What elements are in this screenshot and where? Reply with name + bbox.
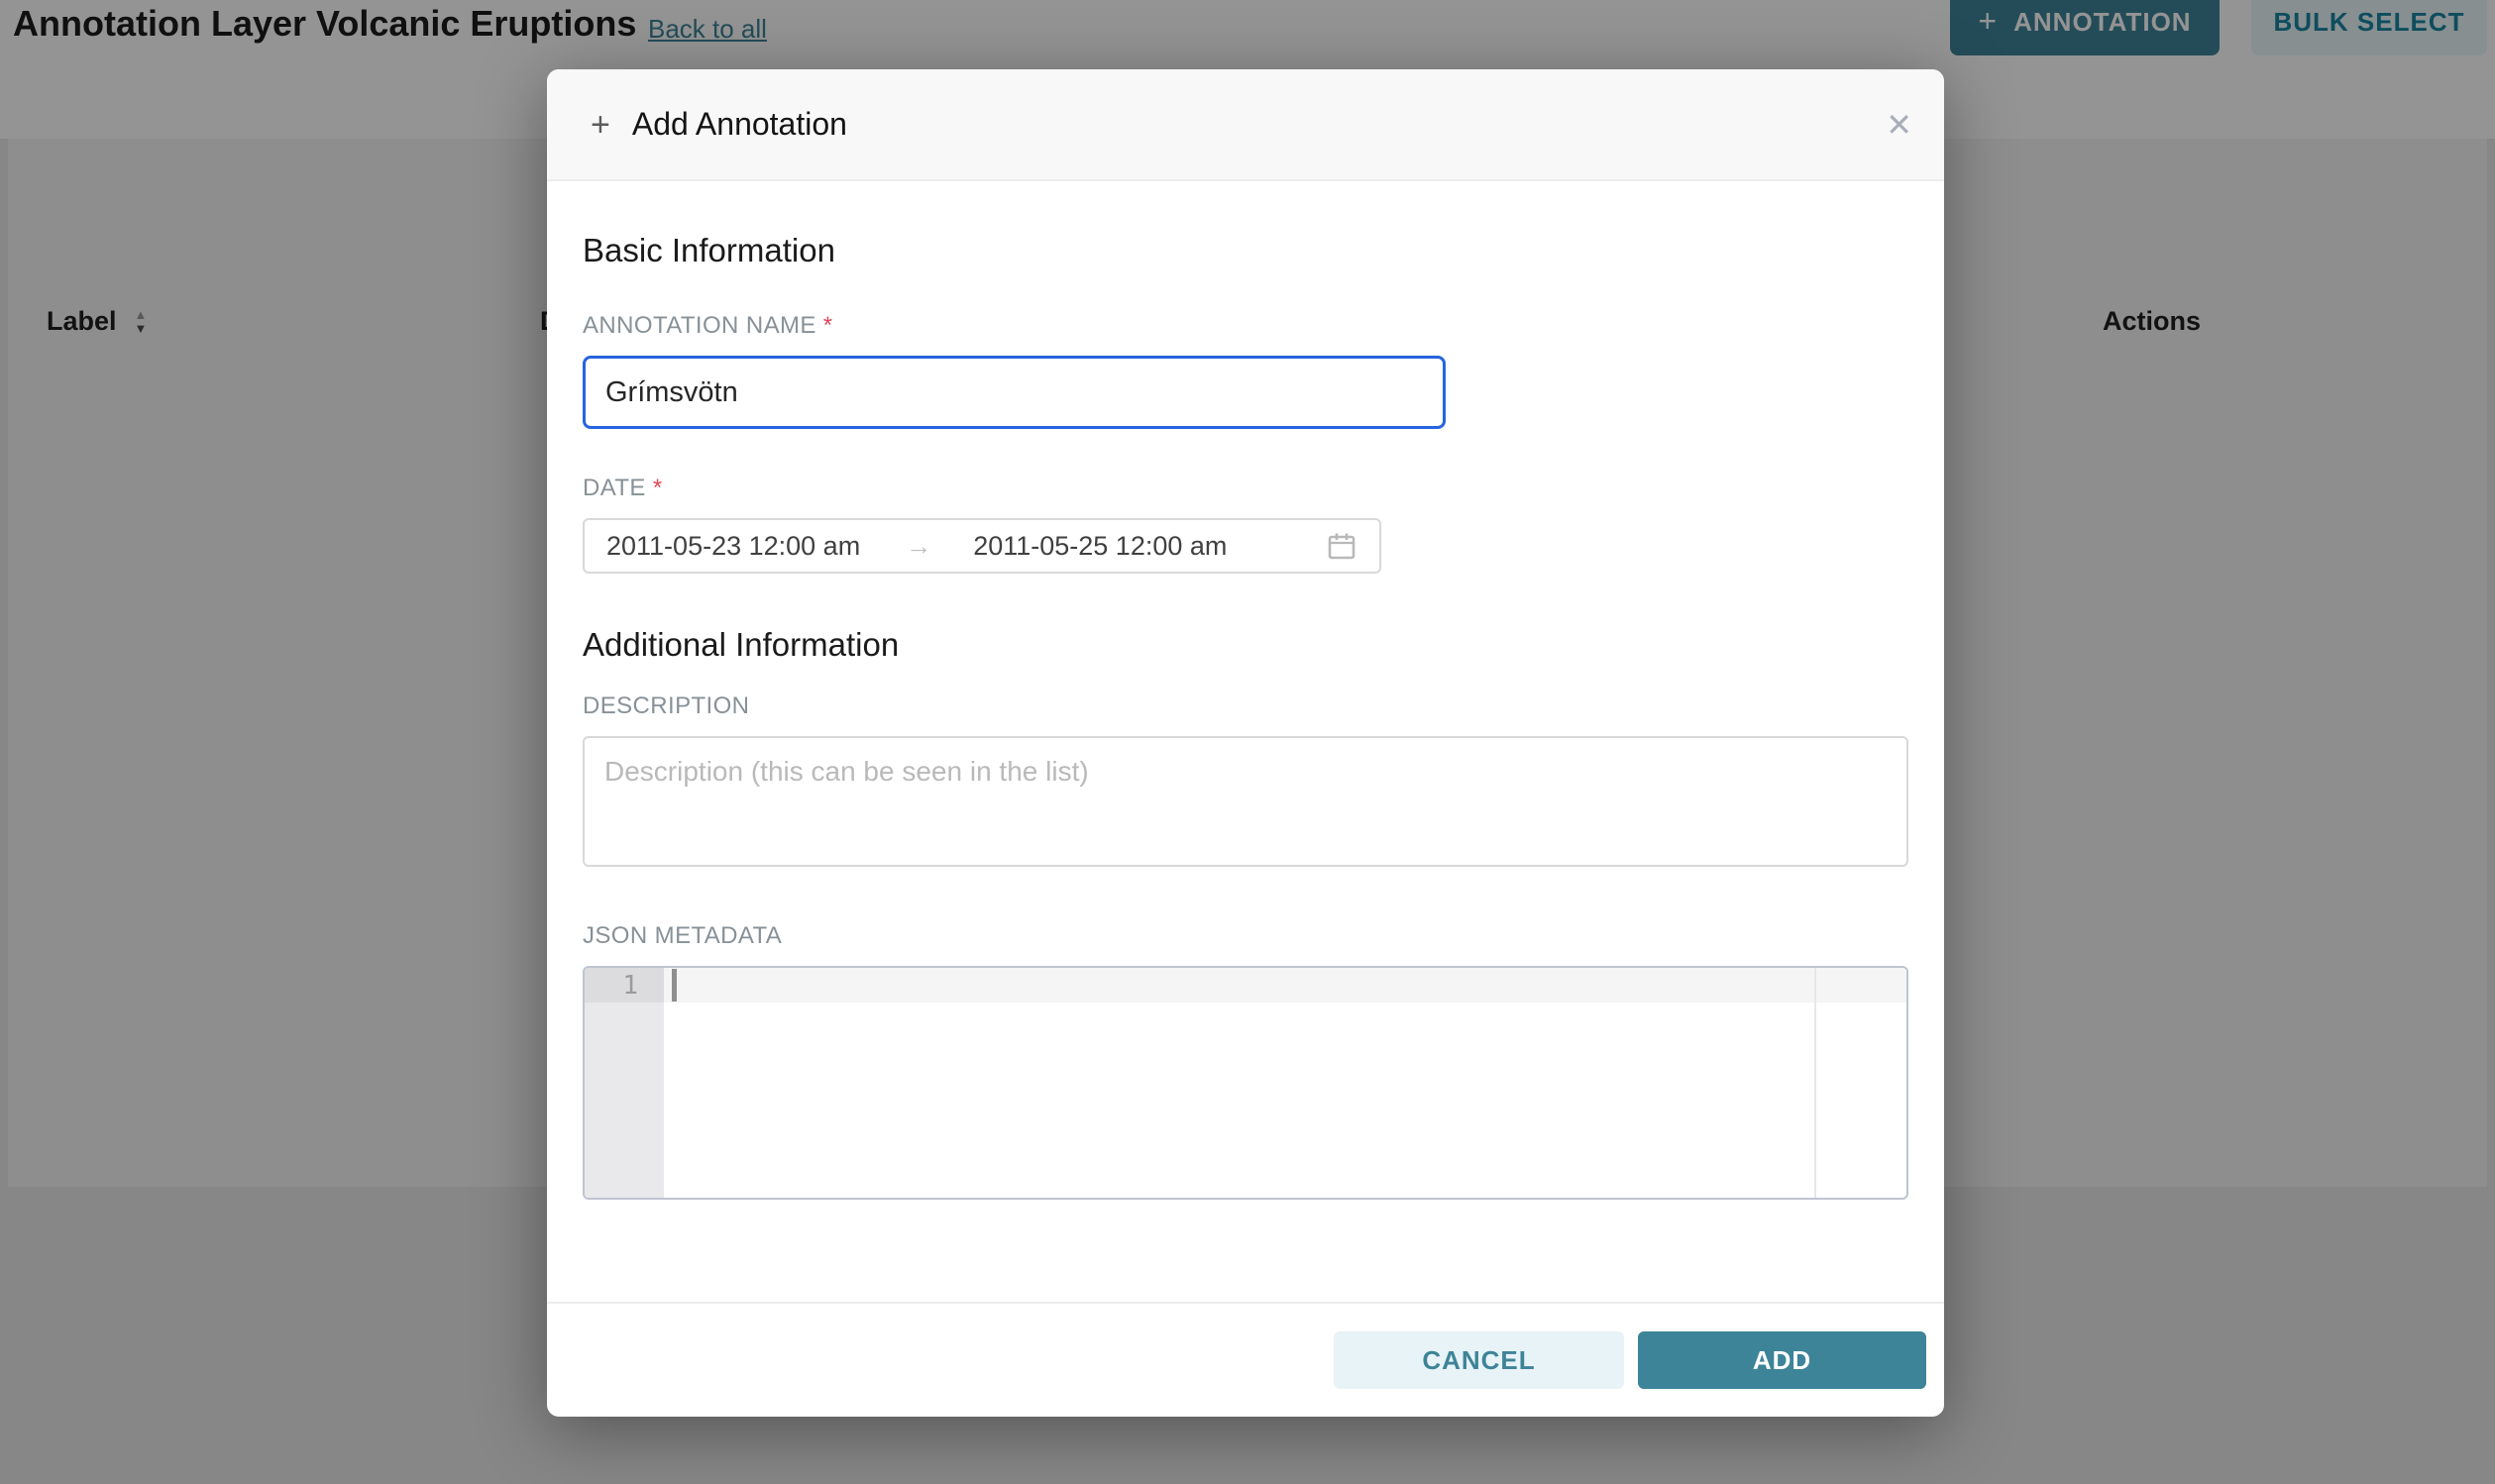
section-basic-information: Basic Information <box>583 231 1908 270</box>
date-end-value[interactable]: 2011-05-25 12:00 am <box>973 531 1227 562</box>
annotation-name-input[interactable] <box>583 356 1446 429</box>
modal-title: Add Annotation <box>632 106 847 143</box>
modal-footer: CANCEL ADD <box>547 1302 1944 1417</box>
date-start-value[interactable]: 2011-05-23 12:00 am <box>606 531 860 562</box>
description-label: DESCRIPTION <box>583 692 1908 720</box>
annotation-name-label: ANNOTATION NAME * <box>583 312 1908 340</box>
editor-active-line <box>664 968 1906 1003</box>
date-range-picker[interactable]: 2011-05-23 12:00 am → 2011-05-25 12:00 a… <box>583 518 1381 574</box>
section-additional-information: Additional Information <box>583 625 1908 665</box>
add-annotation-modal: + Add Annotation ✕ Basic Information ANN… <box>547 69 1944 1417</box>
close-icon[interactable]: ✕ <box>1882 105 1916 145</box>
calendar-icon <box>1326 530 1357 562</box>
annotation-name-label-text: ANNOTATION NAME <box>583 312 816 339</box>
date-label-text: DATE <box>583 475 646 501</box>
cancel-button[interactable]: CANCEL <box>1334 1331 1624 1389</box>
date-label: DATE * <box>583 475 1908 502</box>
required-asterisk: * <box>823 312 833 339</box>
modal-header: + Add Annotation ✕ <box>547 69 1944 181</box>
plus-icon: + <box>591 108 610 142</box>
text-cursor <box>672 969 677 1002</box>
required-asterisk: * <box>653 475 663 501</box>
json-metadata-editor[interactable]: 1 <box>583 966 1908 1200</box>
description-textarea[interactable] <box>583 736 1908 867</box>
add-button[interactable]: ADD <box>1638 1331 1926 1389</box>
editor-print-margin <box>1814 968 1816 1198</box>
range-arrow-icon: → <box>906 533 931 559</box>
modal-body: Basic Information ANNOTATION NAME * DATE *… <box>547 181 1944 1302</box>
editor-line-number: 1 <box>585 968 664 1003</box>
json-metadata-label: JSON METADATA <box>583 922 1908 950</box>
